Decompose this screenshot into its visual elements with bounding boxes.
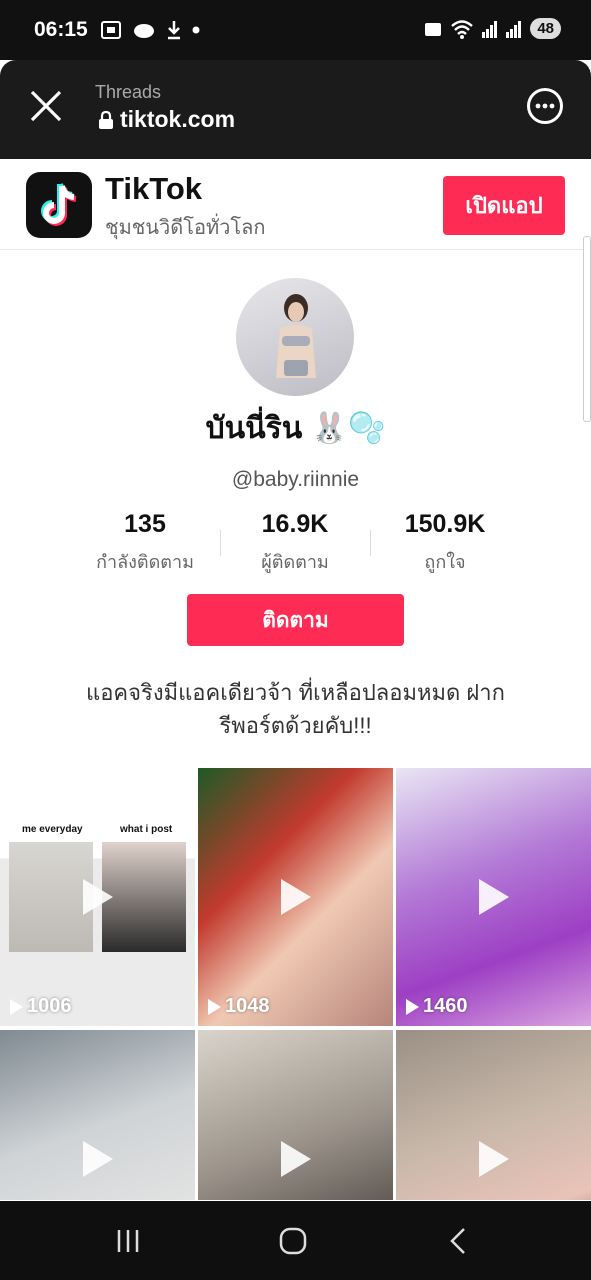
open-app-button[interactable]: เปิดแอป: [443, 176, 565, 235]
video-caption-right: what i post: [120, 824, 173, 835]
video-thumbnail-left: [9, 842, 93, 952]
play-count-icon: [208, 998, 221, 1015]
stat-following-label: กำลังติดตาม: [96, 552, 194, 572]
stat-divider: [370, 530, 371, 556]
app-name: TikTok: [105, 171, 203, 206]
battery-badge: 48: [530, 18, 561, 39]
avatar[interactable]: [236, 278, 354, 396]
recents-glyph: [117, 1230, 139, 1252]
tiktok-note-glyph: [41, 183, 77, 226]
view-count-value: 1048: [225, 995, 270, 1017]
home-glyph: [279, 1227, 307, 1255]
view-count: 1006: [10, 995, 72, 1018]
notification-box-icon: [425, 22, 442, 36]
signal-icon-1: [482, 20, 498, 38]
play-icon: [478, 1141, 509, 1177]
app-banner: TikTok ชุมชนวิดีโอทั่วโลก เปิดแอป: [0, 159, 591, 250]
follow-button[interactable]: ติดตาม: [187, 594, 404, 646]
browser-url: tiktok.com: [98, 106, 235, 133]
in-app-browser-bar: Threads tiktok.com: [0, 60, 591, 159]
back-glyph: [450, 1228, 465, 1254]
play-icon: [82, 879, 113, 915]
play-count-icon: [406, 998, 419, 1015]
page-scrollbar[interactable]: [583, 236, 591, 422]
home-icon[interactable]: [263, 1221, 323, 1261]
view-count: 1048: [208, 995, 270, 1018]
more-dots: [535, 103, 555, 109]
play-icon: [478, 879, 509, 915]
stat-followers[interactable]: 16.9K ผู้ติดตาม: [220, 510, 370, 576]
play-icon: [280, 879, 311, 915]
profile-stats: 135 กำลังติดตาม 16.9K ผู้ติดตาม 150.9K ถ…: [70, 510, 520, 576]
profile-bio: แอคจริงมีแอคเดียวจ้า ที่เหลือปลอมหมด ฝาก…: [60, 676, 531, 742]
profile-nickname: บันนี่ริน 🐰🫧: [205, 412, 386, 445]
app-subtitle: ชุมชนวิดีโอทั่วโลก: [105, 217, 266, 239]
video-tile[interactable]: [198, 1030, 393, 1200]
screenshot-icon: [101, 21, 121, 39]
play-icon: [280, 1141, 311, 1177]
bio-line: แอคจริงมีแอคเดียวจ้า ที่เหลือปลอมหมด ฝาก: [86, 680, 505, 705]
video-grid: me everyday what i post 1006 1048 1460: [0, 768, 591, 1200]
close-icon[interactable]: [28, 88, 64, 124]
more-icon[interactable]: [527, 88, 563, 124]
play-icon: [82, 1141, 113, 1177]
back-icon[interactable]: [428, 1221, 488, 1261]
stat-divider: [220, 530, 221, 556]
status-bar: 06:15 48: [0, 0, 591, 60]
video-tile[interactable]: [0, 1030, 195, 1200]
video-tile[interactable]: 1460: [396, 768, 591, 1026]
view-count: 1460: [406, 995, 468, 1018]
status-notification-icons: [100, 20, 200, 40]
system-navigation-bar: [0, 1201, 591, 1280]
status-system-icons: 48: [424, 18, 561, 39]
url-text: tiktok.com: [120, 106, 236, 132]
play-count-icon: [10, 998, 23, 1015]
view-count-value: 1460: [423, 995, 468, 1017]
download-icon: [168, 21, 180, 40]
recents-icon[interactable]: [98, 1221, 158, 1261]
lock-icon: [99, 110, 113, 129]
stat-following[interactable]: 135 กำลังติดตาม: [70, 510, 220, 576]
video-tile[interactable]: [396, 1030, 591, 1200]
stat-followers-label: ผู้ติดตาม: [261, 552, 329, 572]
stat-followers-value: 16.9K: [261, 510, 329, 538]
status-time: 06:15: [34, 18, 88, 41]
bio-line: รีพอร์ตด้วยคับ!!!: [219, 713, 372, 738]
profile-username: @baby.riinnie: [231, 468, 360, 491]
video-tile[interactable]: me everyday what i post 1006: [0, 768, 195, 1026]
dot-icon: [192, 26, 200, 34]
video-thumbnail-right: [102, 842, 186, 952]
video-caption-left: me everyday: [22, 824, 83, 835]
cloud-icon: [134, 24, 154, 38]
signal-icon-2: [506, 20, 522, 38]
stat-likes[interactable]: 150.9K ถูกใจ: [370, 510, 520, 576]
wifi-icon: [451, 19, 474, 39]
browser-source: Threads: [95, 82, 162, 102]
view-count-value: 1006: [27, 995, 72, 1017]
stat-likes-label: ถูกใจ: [424, 552, 466, 572]
avatar-figure: [276, 294, 316, 378]
tiktok-logo-icon: [26, 172, 92, 238]
stat-likes-value: 150.9K: [404, 510, 486, 538]
stat-following-value: 135: [124, 510, 166, 538]
video-tile[interactable]: 1048: [198, 768, 393, 1026]
